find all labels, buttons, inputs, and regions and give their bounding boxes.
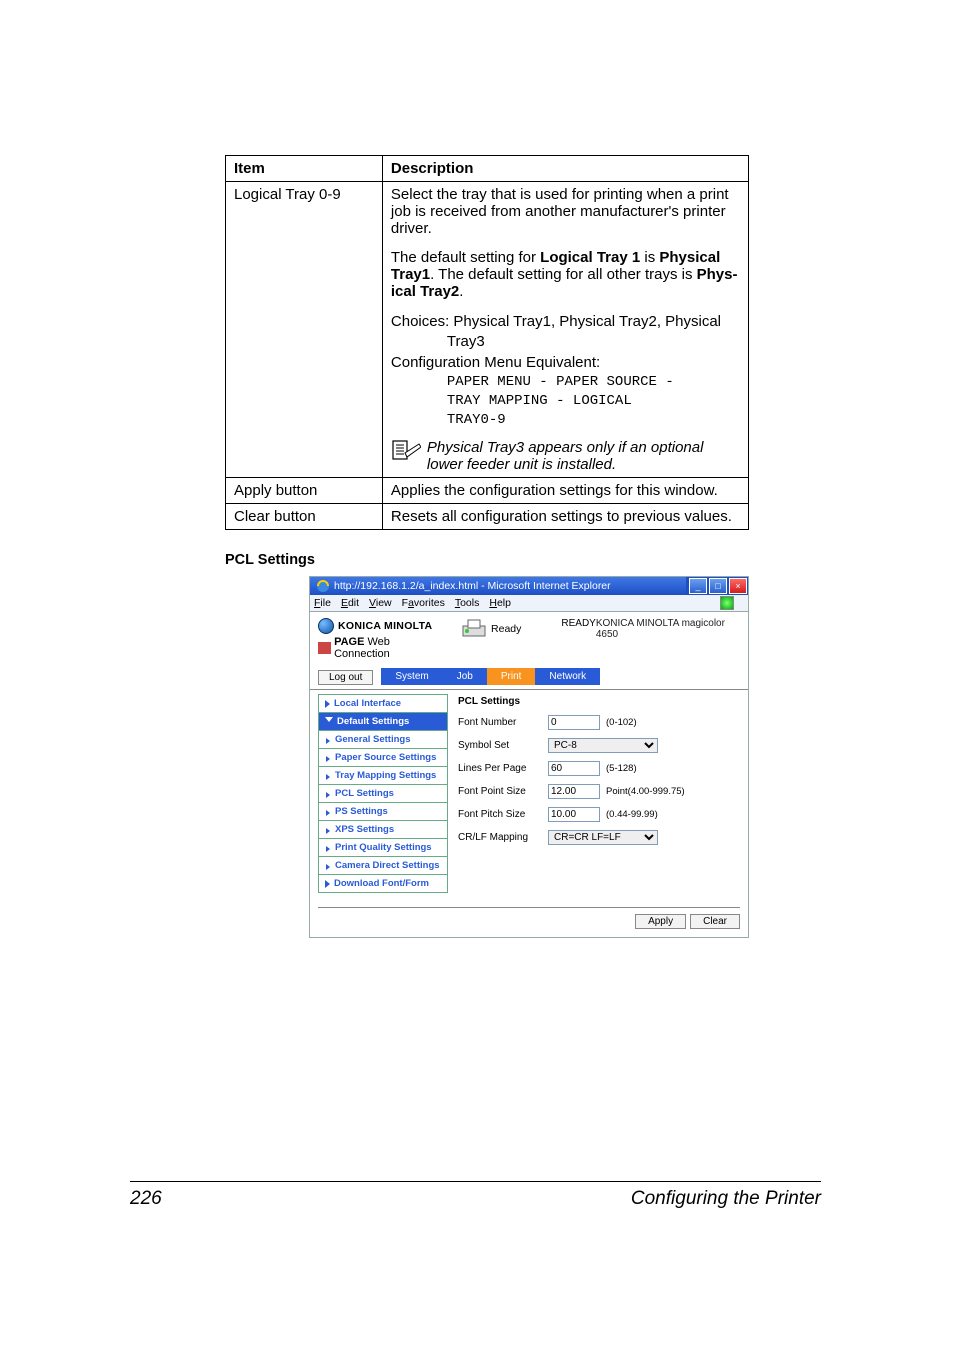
row-symbol-set: Symbol Set PC-8	[458, 734, 740, 757]
cell-desc: Select the tray that is used for printin…	[382, 182, 748, 478]
nav-general-settings[interactable]: General Settings	[318, 730, 448, 748]
row-font-pitch-size: Font Pitch Size (0.44-99.99)	[458, 803, 740, 826]
window-buttons[interactable]: _ □ ×	[686, 577, 748, 595]
nav-paper-source-settings[interactable]: Paper Source Settings	[318, 748, 448, 766]
cell-item: Logical Tray 0-9	[226, 182, 383, 478]
table-row: Clear button Resets all configuration se…	[226, 504, 749, 530]
logout-button[interactable]: Log out	[318, 670, 373, 685]
font-number-input[interactable]	[548, 715, 600, 730]
pagescope-logo: PAGE Web Connection	[318, 636, 441, 660]
nav-ps-settings[interactable]: PS Settings	[318, 802, 448, 820]
tab-bar: SystemJobPrintNetwork	[381, 668, 600, 685]
font-point-size-input[interactable]	[548, 784, 600, 799]
para: Select the tray that is used for printin…	[391, 186, 740, 237]
nav-pcl-settings[interactable]: PCL Settings	[318, 784, 448, 802]
nav-camera-direct-settings[interactable]: Camera Direct Settings	[318, 856, 448, 874]
menu-file: File	[314, 597, 331, 609]
cell-item: Clear button	[226, 504, 383, 530]
symbol-set-select[interactable]: PC-8	[548, 738, 658, 753]
pagescope-icon	[318, 642, 331, 654]
nav-download-font[interactable]: Download Font/Form	[318, 874, 448, 893]
row-font-number: Font Number (0-102)	[458, 711, 740, 734]
font-pitch-size-input[interactable]	[548, 807, 600, 822]
page-footer: 226 Configuring the Printer	[130, 1181, 821, 1210]
tab-job[interactable]: Job	[443, 668, 487, 685]
crlf-mapping-select[interactable]: CR=CR LF=LF	[548, 830, 658, 845]
cell-desc: Applies the configuration settings for t…	[382, 478, 748, 504]
nav-default-settings[interactable]: Default Settings	[318, 712, 448, 730]
brand-logo: KONICA MINOLTA	[318, 618, 441, 634]
go-icon[interactable]	[720, 596, 734, 610]
menu-view: View	[369, 597, 392, 609]
footer-text: Configuring the Printer	[631, 1188, 821, 1210]
close-icon: ×	[729, 578, 747, 594]
nav-print-quality-settings[interactable]: Print Quality Settings	[318, 838, 448, 856]
ie-icon	[316, 579, 330, 593]
status-big: READY	[561, 618, 595, 629]
browser-menubar[interactable]: File Edit View Favorites Tools Help	[309, 595, 749, 612]
row-crlf-mapping: CR/LF Mapping CR=CR LF=LF	[458, 826, 740, 849]
page-number: 226	[130, 1188, 162, 1210]
col-header-item: Item	[226, 156, 383, 182]
menu-fav: Favorites	[402, 597, 445, 609]
printer-icon	[461, 618, 487, 640]
minimize-icon: _	[689, 578, 707, 594]
row-lines-per-page: Lines Per Page (5-128)	[458, 757, 740, 780]
km-globe-icon	[318, 618, 334, 634]
row-font-point-size: Font Point Size Point(4.00-999.75)	[458, 780, 740, 803]
form-title: PCL Settings	[458, 696, 740, 707]
nav-xps-settings[interactable]: XPS Settings	[318, 820, 448, 838]
device-name: KONICA MINOLTA magicolor 4650	[596, 618, 740, 640]
cell-item: Apply button	[226, 478, 383, 504]
table-row: Apply button Applies the configuration s…	[226, 478, 749, 504]
tab-network[interactable]: Network	[535, 668, 600, 685]
nav-tray-mapping-settings[interactable]: Tray Mapping Settings	[318, 766, 448, 784]
tab-print[interactable]: Print	[487, 668, 536, 685]
menu-edit: Edit	[341, 597, 359, 609]
side-nav: Local Interface Default Settings General…	[318, 694, 448, 893]
printer-status: Ready	[461, 618, 521, 640]
table-row: Logical Tray 0-9 Select the tray that is…	[226, 182, 749, 478]
para: The default setting for Logical Tray 1 i…	[391, 249, 740, 300]
cell-desc: Resets all configuration settings to pre…	[382, 504, 748, 530]
note-icon	[391, 439, 421, 465]
clear-button[interactable]: Clear	[690, 914, 740, 929]
embedded-screenshot: http://192.168.1.2/a_index.html - Micros…	[309, 576, 749, 936]
lines-per-page-input[interactable]	[548, 761, 600, 776]
menu-help: Help	[489, 597, 511, 609]
tray-mapping-table: Item Description Logical Tray 0-9 Select…	[225, 155, 749, 530]
maximize-icon: □	[709, 578, 727, 594]
window-title: http://192.168.1.2/a_index.html - Micros…	[334, 580, 611, 592]
nav-local-interface[interactable]: Local Interface	[318, 694, 448, 712]
col-header-desc: Description	[382, 156, 748, 182]
choices-block: Choices: Physical Tray1, Physical Tray2,…	[391, 312, 740, 429]
form-area: PCL Settings Font Number (0-102) Symbol …	[448, 694, 740, 893]
menu-tools: Tools	[455, 597, 480, 609]
apply-button[interactable]: Apply	[635, 914, 686, 929]
note: Physical Tray3 appears only if an option…	[391, 439, 740, 473]
section-heading: PCL Settings	[225, 552, 749, 568]
tab-system[interactable]: System	[381, 668, 442, 685]
form-footer: Apply Clear	[318, 907, 740, 929]
